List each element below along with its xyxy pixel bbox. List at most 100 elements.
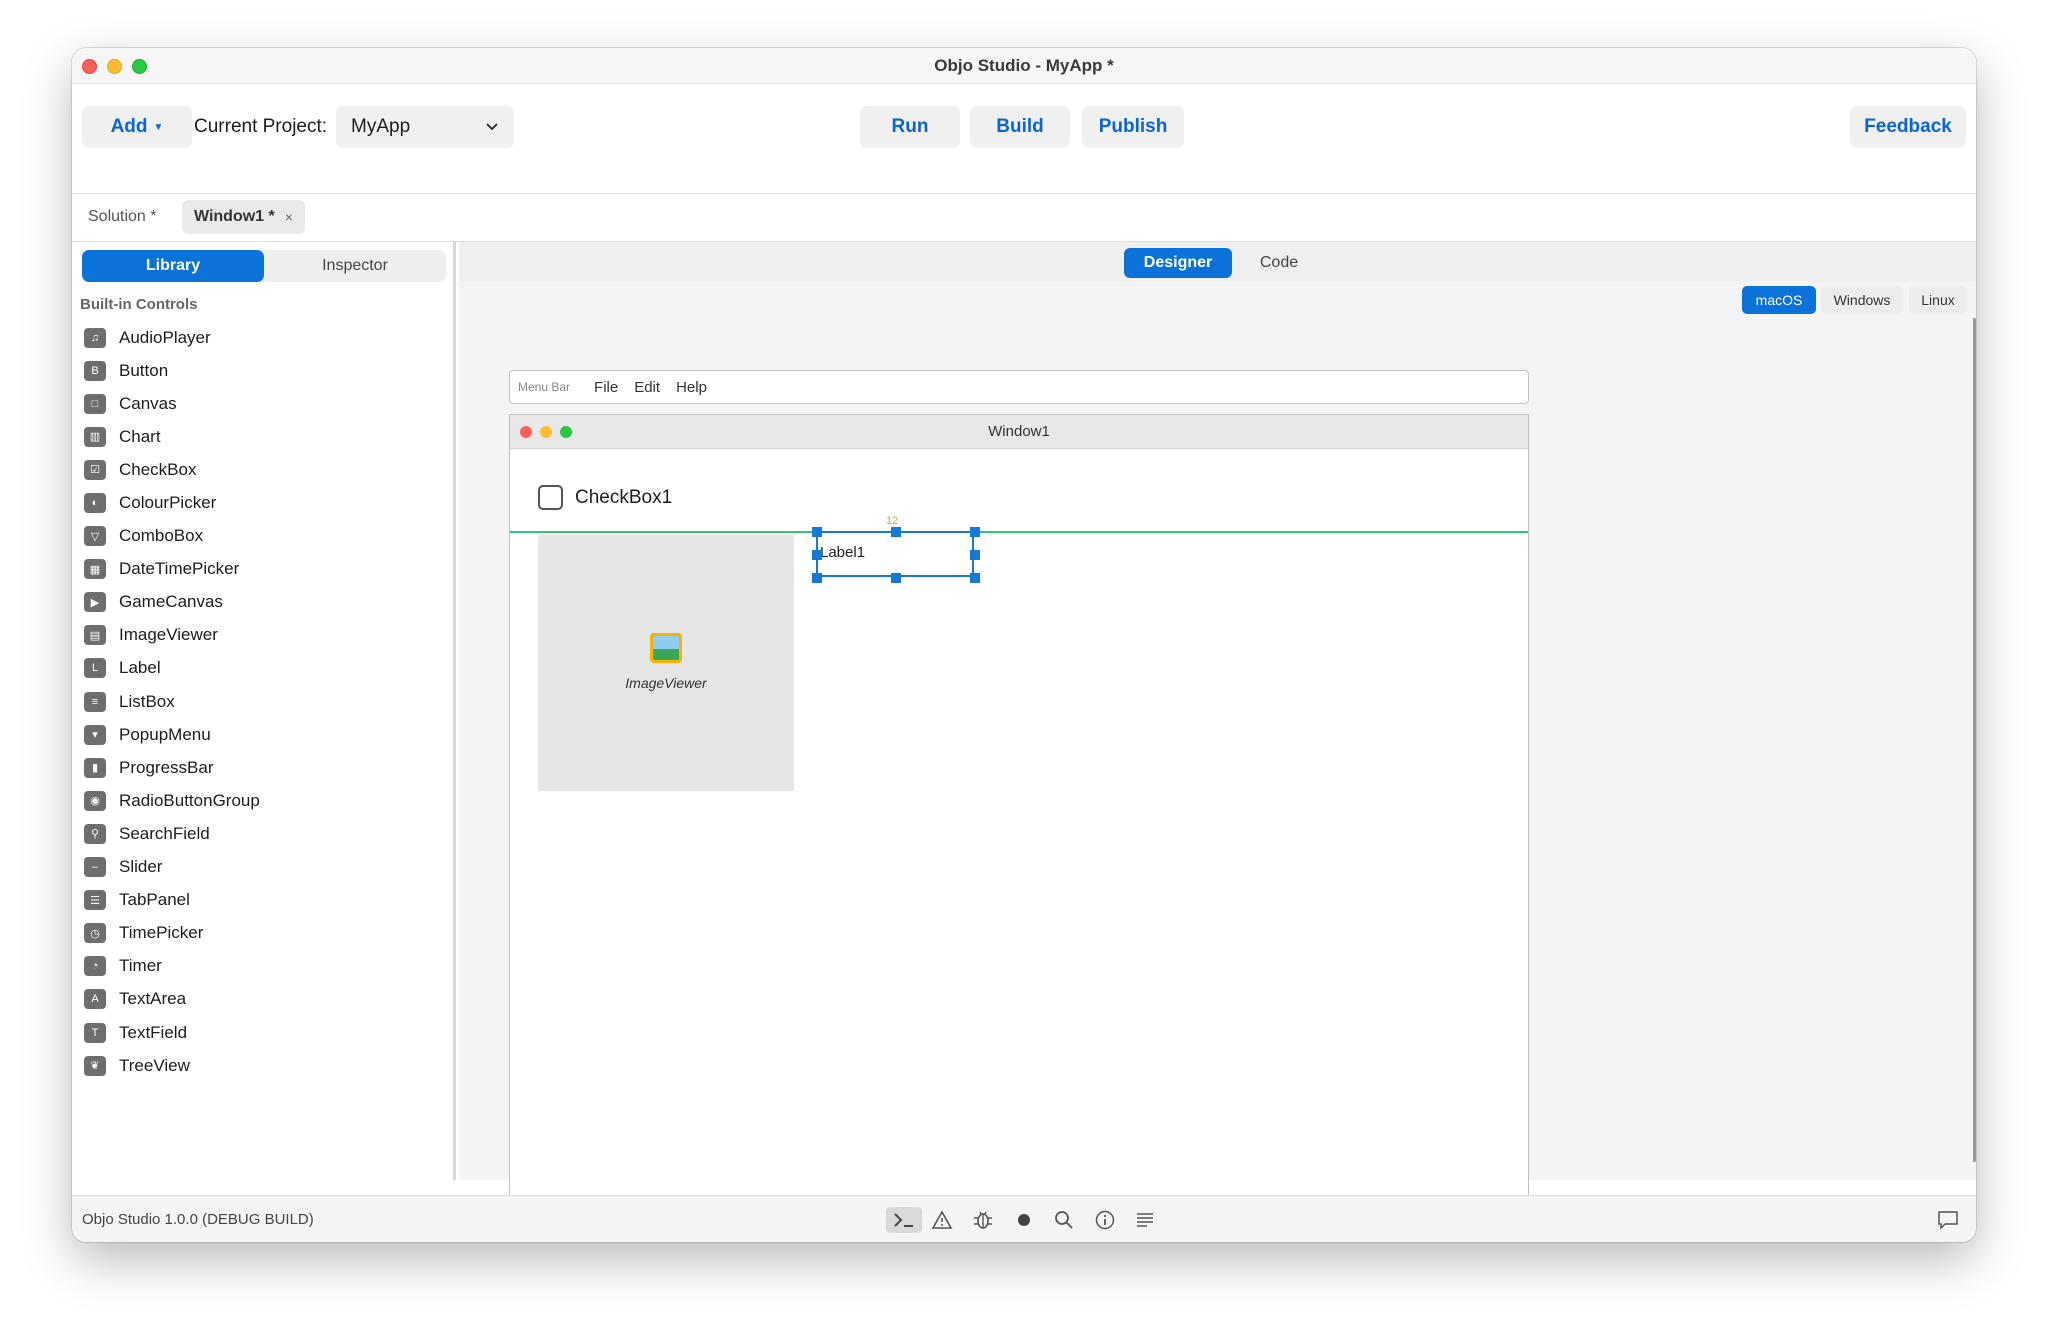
os-tab-windows[interactable]: Windows	[1821, 286, 1903, 314]
control-item-label: AudioPlayer	[119, 327, 211, 347]
listbox-icon: ≡	[84, 691, 106, 712]
menubar-preview[interactable]: Menu Bar File Edit Help	[509, 370, 1529, 404]
form-title: Window1	[988, 423, 1050, 440]
os-tab-linux[interactable]: Linux	[1909, 286, 1967, 314]
timepicker-icon: ◷	[84, 923, 106, 944]
list-icon[interactable]	[1131, 1207, 1159, 1233]
title-bar: Objo Studio - MyApp *	[72, 48, 1976, 84]
control-item-imageviewer[interactable]: ▤ ImageViewer	[84, 619, 444, 652]
resize-handle-bottom-left[interactable]	[812, 573, 822, 583]
feedback-button[interactable]: Feedback	[1850, 106, 1966, 148]
menu-item-help[interactable]: Help	[676, 379, 707, 396]
add-button[interactable]: Add ▼	[82, 106, 192, 148]
tab-solution[interactable]: Solution *	[88, 200, 157, 234]
menu-item-edit[interactable]: Edit	[634, 379, 660, 396]
control-item-label: ComboBox	[119, 526, 204, 546]
chevron-down-icon	[486, 123, 498, 131]
add-button-label: Add	[110, 116, 148, 137]
datetimepicker-icon: ▦	[84, 559, 106, 580]
terminal-icon[interactable]	[886, 1207, 922, 1233]
timer-icon: ◔	[84, 956, 106, 977]
control-item-button[interactable]: B Button	[84, 354, 444, 387]
control-item-label: ListBox	[119, 691, 175, 711]
toolbar: Add ▼ Current Project: MyApp Run Build P…	[72, 84, 1976, 194]
searchfield-icon: ⚲	[84, 823, 106, 844]
resize-handle-top[interactable]	[891, 527, 901, 537]
vertical-scrollbar[interactable]	[1973, 318, 1976, 1162]
control-item-label[interactable]: L Label	[84, 652, 444, 685]
button-icon: B	[84, 360, 106, 381]
current-project-label: Current Project:	[194, 116, 328, 137]
record-icon[interactable]	[1010, 1207, 1038, 1233]
tab-designer[interactable]: Designer	[1124, 248, 1232, 278]
checkbox-control[interactable]: CheckBox1	[538, 485, 672, 510]
imageviewer-control[interactable]: ImageViewer	[538, 535, 794, 791]
tabpanel-icon: ☰	[84, 890, 106, 911]
slider-icon: –	[84, 857, 106, 878]
control-item-gamecanvas[interactable]: ▶ GameCanvas	[84, 586, 444, 619]
run-button[interactable]: Run	[860, 106, 960, 148]
build-button[interactable]: Build	[970, 106, 1070, 148]
control-item-timer[interactable]: ◔ Timer	[84, 950, 444, 983]
popupmenu-icon: ▾	[84, 724, 106, 745]
os-tab-macos[interactable]: macOS	[1742, 286, 1816, 314]
control-item-colourpicker[interactable]: ◐ ColourPicker	[84, 486, 444, 519]
textarea-icon: A	[84, 989, 106, 1010]
menu-item-file[interactable]: File	[594, 379, 618, 396]
control-item-radiobuttongroup[interactable]: ◉ RadioButtonGroup	[84, 784, 444, 817]
control-item-canvas[interactable]: □ Canvas	[84, 387, 444, 420]
bug-icon[interactable]	[969, 1207, 997, 1233]
control-item-label: GameCanvas	[119, 592, 223, 612]
tab-window1[interactable]: Window1 * ×	[182, 200, 305, 234]
colourpicker-icon: ◐	[84, 493, 106, 514]
window-title: Objo Studio - MyApp *	[934, 56, 1114, 75]
control-item-label: TabPanel	[119, 890, 190, 910]
control-item-treeview[interactable]: ❦ TreeView	[84, 1049, 444, 1082]
gamecanvas-icon: ▶	[84, 592, 106, 613]
info-icon[interactable]	[1091, 1207, 1119, 1233]
control-item-progressbar[interactable]: ▮ ProgressBar	[84, 751, 444, 784]
checkbox-box	[538, 485, 563, 510]
resize-handle-bottom[interactable]	[891, 573, 901, 583]
publish-button[interactable]: Publish	[1082, 106, 1184, 148]
control-item-datetimepicker[interactable]: ▦ DateTimePicker	[84, 553, 444, 586]
control-item-textarea[interactable]: A TextArea	[84, 983, 444, 1016]
label-control-selected[interactable]: Label1	[812, 527, 980, 583]
control-item-checkbox[interactable]: ☑ CheckBox	[84, 453, 444, 486]
control-item-label: PopupMenu	[119, 724, 211, 744]
canvas-icon: □	[84, 393, 106, 414]
radiobuttongroup-icon: ◉	[84, 790, 106, 811]
control-item-label: TextArea	[119, 989, 187, 1009]
control-item-chart[interactable]: ▥ Chart	[84, 420, 444, 453]
control-item-combobox[interactable]: ▽ ComboBox	[84, 520, 444, 553]
form-window-preview[interactable]: Window1 CheckBox1 ImageViewer 12 Label1	[509, 414, 1529, 1210]
chat-icon[interactable]	[1934, 1207, 1962, 1233]
project-select[interactable]: MyApp	[336, 106, 514, 148]
control-item-label: TextField	[119, 1022, 188, 1042]
resize-handle-bottom-right[interactable]	[970, 573, 980, 583]
combobox-icon: ▽	[84, 526, 106, 547]
warning-icon[interactable]	[928, 1207, 956, 1233]
tab-code[interactable]: Code	[1245, 248, 1313, 278]
control-item-popupmenu[interactable]: ▾ PopupMenu	[84, 718, 444, 751]
control-item-textfield[interactable]: T TextField	[84, 1016, 444, 1049]
status-bar: Objo Studio 1.0.0 (DEBUG BUILD)	[72, 1195, 1976, 1242]
search-icon[interactable]	[1050, 1207, 1078, 1233]
control-item-label: ColourPicker	[119, 493, 217, 513]
control-item-slider[interactable]: – Slider	[84, 851, 444, 884]
control-item-label: Label	[119, 658, 161, 678]
resize-handle-left[interactable]	[812, 550, 822, 560]
close-tab-icon[interactable]: ×	[285, 209, 293, 225]
resize-handle-top-left[interactable]	[812, 527, 822, 537]
control-item-label: Canvas	[119, 393, 177, 413]
tab-inspector[interactable]: Inspector	[264, 250, 446, 282]
control-item-searchfield[interactable]: ⚲ SearchField	[84, 817, 444, 850]
control-item-listbox[interactable]: ≡ ListBox	[84, 685, 444, 718]
tab-library[interactable]: Library	[82, 250, 264, 282]
control-item-timepicker[interactable]: ◷ TimePicker	[84, 917, 444, 950]
control-item-tabpanel[interactable]: ☰ TabPanel	[84, 884, 444, 917]
mode-tabs: Designer Code	[459, 242, 1976, 282]
resize-handle-right[interactable]	[970, 550, 980, 560]
control-item-audioplayer[interactable]: ♫ AudioPlayer	[84, 321, 444, 354]
resize-handle-top-right[interactable]	[970, 527, 980, 537]
